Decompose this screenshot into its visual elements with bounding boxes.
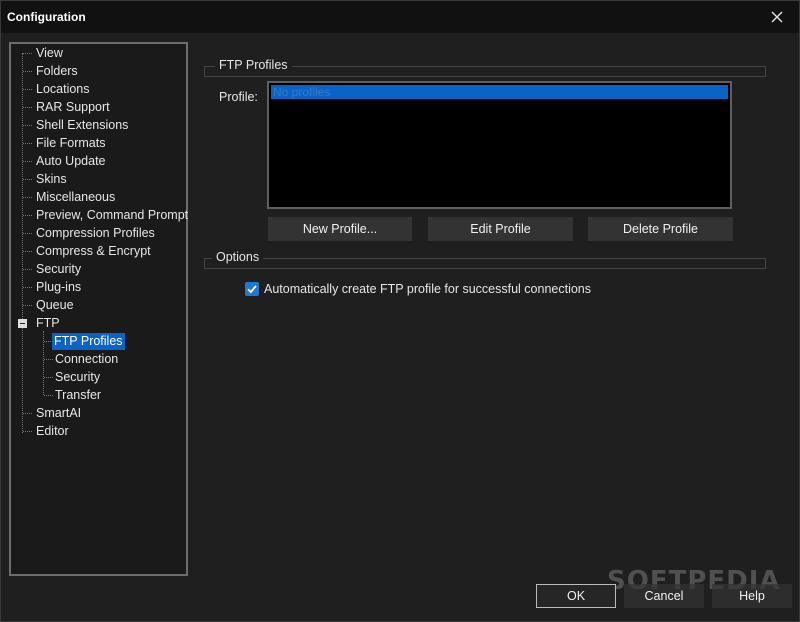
tree-connector bbox=[44, 377, 53, 378]
tree-item-miscellaneous[interactable]: Miscellaneous bbox=[34, 189, 117, 206]
tree-item-shell-extensions[interactable]: Shell Extensions bbox=[34, 117, 130, 134]
settings-tree[interactable]: View Folders Locations RAR Support Shell… bbox=[9, 42, 188, 576]
new-profile-button[interactable]: New Profile... bbox=[268, 217, 412, 241]
tree-item-plug-ins[interactable]: Plug-ins bbox=[34, 279, 83, 296]
close-button[interactable] bbox=[765, 5, 789, 29]
tree-item-compression-profiles[interactable]: Compression Profiles bbox=[34, 225, 157, 242]
tree-item-smartai[interactable]: SmartAI bbox=[34, 405, 83, 422]
tree-connector bbox=[23, 125, 32, 126]
tree-item-folders[interactable]: Folders bbox=[34, 63, 80, 80]
tree-item-ftp[interactable]: FTP bbox=[34, 315, 62, 332]
tree-connector bbox=[23, 197, 32, 198]
tree-connector bbox=[44, 359, 53, 360]
profile-list[interactable]: No profiles bbox=[267, 81, 732, 209]
tree-connector bbox=[23, 161, 32, 162]
tree-connector bbox=[23, 53, 32, 54]
tree-connector bbox=[23, 179, 32, 180]
tree-item-locations[interactable]: Locations bbox=[34, 81, 92, 98]
tree-connector bbox=[23, 251, 32, 252]
tree-connector bbox=[23, 305, 32, 306]
tree-connector bbox=[23, 89, 32, 90]
tree-connector bbox=[23, 287, 32, 288]
close-icon bbox=[771, 11, 783, 23]
profile-label: Profile: bbox=[219, 90, 258, 104]
tree-connector bbox=[23, 215, 32, 216]
tree-item-rar-support[interactable]: RAR Support bbox=[34, 99, 112, 116]
tree-item-transfer[interactable]: Transfer bbox=[53, 387, 103, 404]
tree-connector bbox=[23, 71, 32, 72]
tree-connector bbox=[23, 143, 32, 144]
tree-item-auto-update[interactable]: Auto Update bbox=[34, 153, 108, 170]
tree-item-security[interactable]: Security bbox=[34, 261, 83, 278]
tree-item-compress-encrypt[interactable]: Compress & Encrypt bbox=[34, 243, 153, 260]
auto-create-checkbox[interactable] bbox=[245, 282, 259, 296]
tree-item-ftp-security[interactable]: Security bbox=[53, 369, 102, 386]
tree-item-skins[interactable]: Skins bbox=[34, 171, 69, 188]
tree-connector bbox=[44, 395, 53, 396]
tree-connector bbox=[23, 431, 32, 432]
tree-item-editor[interactable]: Editor bbox=[34, 423, 71, 440]
tree-item-queue[interactable]: Queue bbox=[34, 297, 76, 314]
help-button[interactable]: Help bbox=[712, 584, 792, 608]
ftp-profiles-group-label: FTP Profiles bbox=[215, 58, 292, 72]
tree-item-preview-command-prompt[interactable]: Preview, Command Prompt bbox=[34, 207, 190, 224]
tree-connector bbox=[23, 107, 32, 108]
tree-item-file-formats[interactable]: File Formats bbox=[34, 135, 107, 152]
delete-profile-button[interactable]: Delete Profile bbox=[588, 217, 733, 241]
window-title: Configuration bbox=[7, 10, 86, 24]
options-group-label: Options bbox=[212, 250, 264, 264]
tree-line bbox=[22, 53, 23, 433]
edit-profile-button[interactable]: Edit Profile bbox=[428, 217, 573, 241]
tree-connector bbox=[23, 269, 32, 270]
tree-item-connection[interactable]: Connection bbox=[53, 351, 120, 368]
ok-button[interactable]: OK bbox=[536, 584, 616, 608]
tree-item-ftp-profiles[interactable]: FTP Profiles bbox=[52, 333, 125, 350]
auto-create-label[interactable]: Automatically create FTP profile for suc… bbox=[264, 282, 591, 296]
tree-connector bbox=[23, 413, 32, 414]
tree-item-view[interactable]: View bbox=[34, 45, 65, 62]
cancel-button[interactable]: Cancel bbox=[624, 584, 704, 608]
collapse-icon[interactable] bbox=[18, 319, 27, 328]
tree-connector bbox=[23, 233, 32, 234]
title-bar: Configuration bbox=[1, 1, 799, 33]
checkmark-icon bbox=[247, 285, 257, 294]
configuration-dialog: Configuration View Folders Locations RAR… bbox=[0, 0, 800, 622]
options-group bbox=[204, 258, 766, 269]
profile-list-item[interactable]: No profiles bbox=[271, 85, 728, 99]
